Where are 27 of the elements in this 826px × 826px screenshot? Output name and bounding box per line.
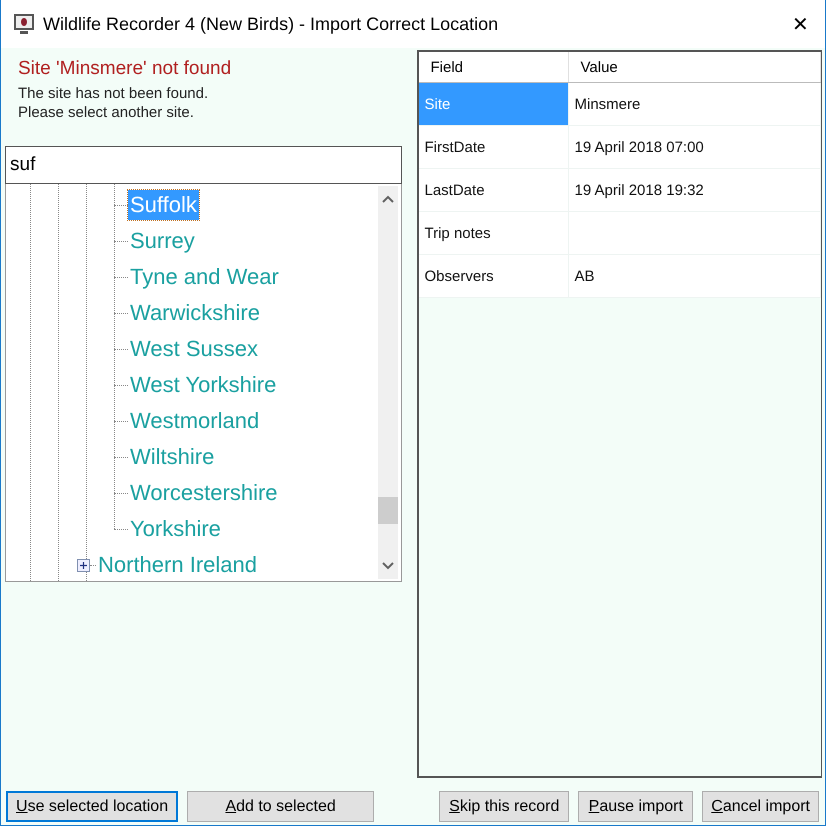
close-button[interactable]: ✕ — [786, 12, 815, 36]
action-button[interactable]: Use selected location — [6, 791, 178, 822]
field-cell[interactable]: Trip notes — [418, 212, 568, 254]
action-button[interactable]: Cancel import — [702, 791, 819, 822]
action-button[interactable]: Pause import — [578, 791, 694, 822]
scroll-down-icon[interactable] — [381, 561, 395, 571]
field-cell[interactable]: LastDate — [418, 168, 568, 212]
window-title: Wildlife Recorder 4 (New Birds) - Import Correct Location — [43, 14, 500, 34]
scrollbar[interactable] — [378, 186, 398, 579]
scroll-up-icon[interactable] — [381, 194, 395, 204]
expand-icon[interactable] — [77, 558, 90, 572]
app-icon — [13, 13, 35, 35]
scroll-thumb[interactable] — [378, 497, 398, 524]
action-button[interactable]: Skip this record — [439, 791, 570, 822]
message-text: The site has not been found. — [18, 84, 210, 103]
column-header[interactable]: Field — [418, 52, 568, 82]
message-text: Please select another site. — [18, 103, 195, 122]
value-cell[interactable]: 19 April 2018 07:00 — [568, 126, 820, 168]
search-field[interactable]: suf — [5, 146, 402, 184]
value-cell[interactable]: 19 April 2018 19:32 — [568, 168, 820, 212]
action-button[interactable]: Add to selected — [187, 791, 374, 822]
field-cell[interactable]: Observers — [418, 254, 568, 298]
field-cell[interactable]: FirstDate — [418, 126, 568, 168]
value-cell[interactable]: AB — [568, 254, 820, 298]
column-header[interactable]: Value — [568, 52, 820, 82]
error-heading: Site 'Minsmere' not found — [18, 58, 232, 80]
value-cell[interactable]: Minsmere — [568, 82, 820, 126]
